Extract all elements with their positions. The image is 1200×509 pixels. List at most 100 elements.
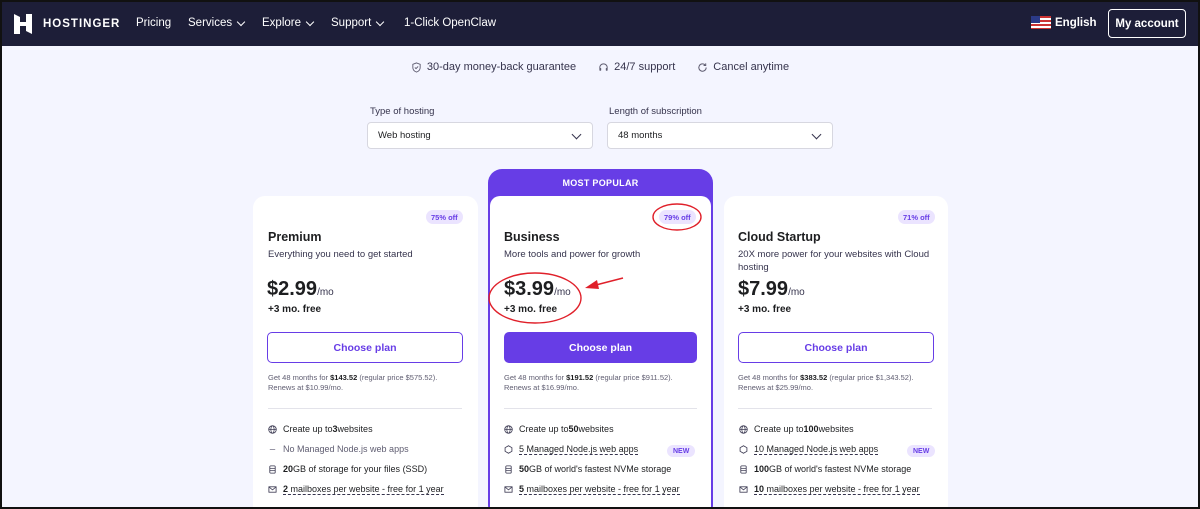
feature-websites: Create up to 100 websites	[739, 424, 854, 434]
plan-name: Cloud Startup	[738, 230, 821, 244]
chevron-down-icon	[305, 17, 315, 26]
nodejs-icon	[739, 445, 748, 454]
renewal-text: Renews at $16.99/mo.	[504, 383, 580, 392]
plan-name: Premium	[268, 230, 322, 244]
feature-text: Create up to	[283, 424, 333, 434]
fine-text: Get 48 months for	[268, 373, 331, 382]
chevron-down-icon	[811, 129, 822, 140]
globe-icon	[739, 424, 748, 434]
feature-value: 50	[519, 464, 530, 474]
nav-item-openclaw[interactable]: 1-Click OpenClaw	[404, 17, 496, 29]
divider	[738, 408, 932, 409]
feature-text: websites	[818, 424, 854, 434]
feature-link: 10 mailboxes per website - free for 1 ye…	[754, 484, 920, 495]
feature-text: mailboxes per website - free for 1 year	[764, 484, 920, 494]
fine-total: $383.52	[800, 373, 828, 382]
feature-text: websites	[578, 424, 614, 434]
new-badge: NEW	[667, 445, 696, 457]
plan-description: More tools and power for growth	[504, 249, 641, 260]
mail-icon	[739, 486, 748, 493]
feature-value: 50	[568, 424, 579, 434]
free-months: +3 mo. free	[504, 304, 558, 315]
feature-websites: Create up to 3 websites	[268, 424, 373, 434]
feature-text: websites	[337, 424, 373, 434]
perk-support: 24/7 support	[598, 61, 675, 73]
hostinger-logo[interactable]: HOSTINGER	[14, 14, 120, 34]
plan-price: $2.99/mo	[267, 278, 334, 301]
nav-item-label: Services	[188, 17, 233, 29]
feature-websites: Create up to 50 websites	[504, 424, 614, 434]
nav-item-pricing[interactable]: Pricing	[136, 17, 171, 29]
renewal-text: Renews at $10.99/mo.	[268, 383, 344, 392]
feature-storage: 50 GB of world's fastest NVMe storage	[504, 464, 671, 474]
nav-item-explore[interactable]: Explore	[262, 17, 315, 29]
price-period: /mo	[554, 287, 571, 298]
new-badge: NEW	[907, 445, 936, 457]
feature-mailboxes[interactable]: 10 mailboxes per website - free for 1 ye…	[739, 484, 920, 495]
guarantee-bar: 30-day money-back guarantee 24/7 support…	[2, 61, 1198, 73]
price-period: /mo	[788, 287, 805, 298]
plan-price: $3.99/mo	[504, 278, 571, 301]
nav-item-support[interactable]: Support	[331, 17, 385, 29]
plan-price: $7.99/mo	[738, 278, 805, 301]
plan-fine-print: Get 48 months for $143.52 (regular price…	[268, 373, 464, 393]
feature-link: 5 Managed Node.js web apps	[519, 444, 639, 455]
choose-plan-button[interactable]: Choose plan	[504, 332, 697, 363]
subscription-length-select[interactable]: 48 months	[607, 122, 833, 149]
language-selector[interactable]: English	[1031, 16, 1097, 29]
price-period: /mo	[317, 287, 334, 298]
feature-link: 2 mailboxes per website - free for 1 yea…	[283, 484, 444, 495]
choose-plan-button[interactable]: Choose plan	[738, 332, 934, 363]
feature-nodejs[interactable]: 10 Managed Node.js web apps	[739, 444, 879, 455]
feature-text: GB of world's fastest NVMe storage	[529, 464, 672, 474]
language-label: English	[1055, 16, 1097, 29]
logo-text: HOSTINGER	[43, 18, 121, 30]
nav-item-label: Support	[331, 17, 372, 29]
dash-icon	[269, 448, 276, 450]
plan-name: Business	[504, 230, 560, 244]
discount-badge: 75% off	[426, 210, 463, 224]
storage-icon	[269, 464, 276, 474]
feature-value: 20	[283, 464, 294, 474]
storage-icon	[740, 464, 747, 474]
mail-icon	[504, 486, 513, 493]
nav-item-services[interactable]: Services	[188, 17, 246, 29]
feature-text: Create up to	[519, 424, 569, 434]
nav-item-label: 1-Click OpenClaw	[404, 17, 497, 29]
feature-text: Managed Node.js web apps	[524, 444, 639, 454]
fine-text: (regular price $1,343.52).	[827, 373, 914, 382]
top-navigation: HOSTINGER Pricing Services Explore Suppo…	[2, 2, 1198, 46]
feature-text: No Managed Node.js web apps	[283, 444, 409, 454]
fine-total: $143.52	[330, 373, 358, 382]
hosting-type-select[interactable]: Web hosting	[367, 122, 593, 149]
us-flag-icon	[1031, 16, 1051, 29]
fine-text: (regular price $575.52).	[357, 373, 438, 382]
free-months: +3 mo. free	[738, 304, 792, 315]
choose-plan-button[interactable]: Choose plan	[267, 332, 463, 363]
feature-nodejs: No Managed Node.js web apps	[268, 444, 409, 454]
nav-item-label: Explore	[262, 17, 301, 29]
discount-badge: 79% off	[659, 210, 696, 224]
perk-money-back: 30-day money-back guarantee	[411, 61, 576, 73]
feature-mailboxes[interactable]: 2 mailboxes per website - free for 1 yea…	[268, 484, 444, 495]
renewal-text: Renews at $25.99/mo.	[738, 383, 814, 392]
feature-nodejs[interactable]: 5 Managed Node.js web apps	[504, 444, 639, 455]
discount-badge: 71% off	[898, 210, 935, 224]
perk-label: 30-day money-back guarantee	[426, 61, 577, 73]
hosting-type-label: Type of hosting	[370, 106, 435, 117]
nodejs-icon	[504, 445, 513, 454]
my-account-button[interactable]: My account	[1108, 9, 1186, 38]
feature-text: Create up to	[754, 424, 804, 434]
mail-icon	[268, 486, 277, 493]
headset-icon	[599, 62, 608, 71]
nav-item-label: Pricing	[136, 17, 172, 29]
feature-mailboxes[interactable]: 5 mailboxes per website - free for 1 yea…	[504, 484, 680, 495]
feature-text: GB of world's fastest NVMe storage	[769, 464, 912, 474]
refresh-icon	[698, 62, 707, 72]
feature-text: mailboxes per website - free for 1 year	[524, 484, 680, 494]
perk-label: 24/7 support	[614, 61, 676, 73]
plan-fine-print: Get 48 months for $191.52 (regular price…	[504, 373, 697, 393]
plan-description: 20X more power for your websites with Cl…	[738, 249, 930, 273]
free-months: +3 mo. free	[268, 304, 322, 315]
price-amount: $7.99	[738, 278, 789, 300]
